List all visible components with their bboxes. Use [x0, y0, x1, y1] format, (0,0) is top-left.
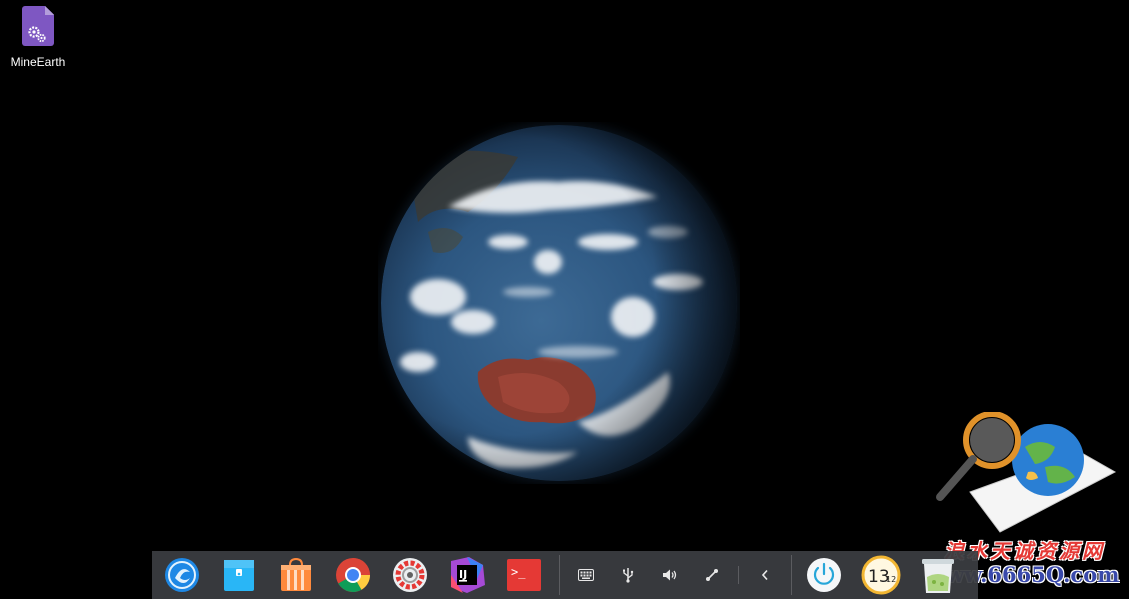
network-icon [706, 569, 718, 581]
expand-tray-button[interactable] [749, 553, 781, 597]
file-manager-button[interactable] [217, 553, 261, 597]
volume-button[interactable] [654, 553, 686, 597]
launcher-icon [165, 558, 199, 592]
clock-button[interactable]: 13 12 [859, 553, 903, 597]
terminal-button[interactable]: >_ [502, 553, 546, 597]
chrome-icon [336, 558, 370, 592]
launcher-button[interactable] [160, 553, 204, 597]
keyboard-button[interactable] [570, 553, 602, 597]
gears-icon [28, 26, 46, 43]
desktop-icon-mineearth[interactable]: MineEarth [4, 6, 72, 69]
chrome-button[interactable] [331, 553, 375, 597]
app-store-button[interactable] [274, 553, 318, 597]
file-manager-icon [224, 560, 254, 591]
network-button[interactable] [696, 553, 728, 597]
intellij-icon: IJ [451, 557, 485, 593]
dock-separator-2 [791, 555, 792, 595]
chevron-left-icon [761, 569, 768, 581]
intellij-button[interactable]: IJ [445, 553, 489, 597]
clock-icon: 13 12 [861, 555, 901, 595]
power-icon [807, 558, 841, 592]
desktop: MineEarth 浪水天诚资源网 www.6665Q.com IJ >_ 13… [0, 0, 1129, 599]
trash-icon [922, 559, 954, 593]
terminal-label: >_ [511, 565, 526, 579]
terminal-icon: >_ [507, 559, 541, 591]
tray-separator [738, 566, 739, 584]
app-store-icon [281, 557, 311, 591]
settings-button[interactable] [388, 553, 432, 597]
dock: IJ >_ 13 12 [152, 551, 978, 599]
trash-button[interactable] [916, 553, 960, 597]
usb-icon [623, 568, 634, 583]
settings-icon [393, 558, 427, 592]
volume-icon [663, 569, 677, 581]
desktop-icon-label: MineEarth [10, 55, 66, 69]
power-button[interactable] [802, 553, 846, 597]
keyboard-icon [578, 569, 594, 581]
dock-separator [559, 555, 560, 595]
usb-button[interactable] [612, 553, 644, 597]
intellij-label: IJ [459, 568, 467, 581]
earth-wallpaper [379, 123, 739, 483]
clock-minute: 12 [886, 575, 896, 584]
